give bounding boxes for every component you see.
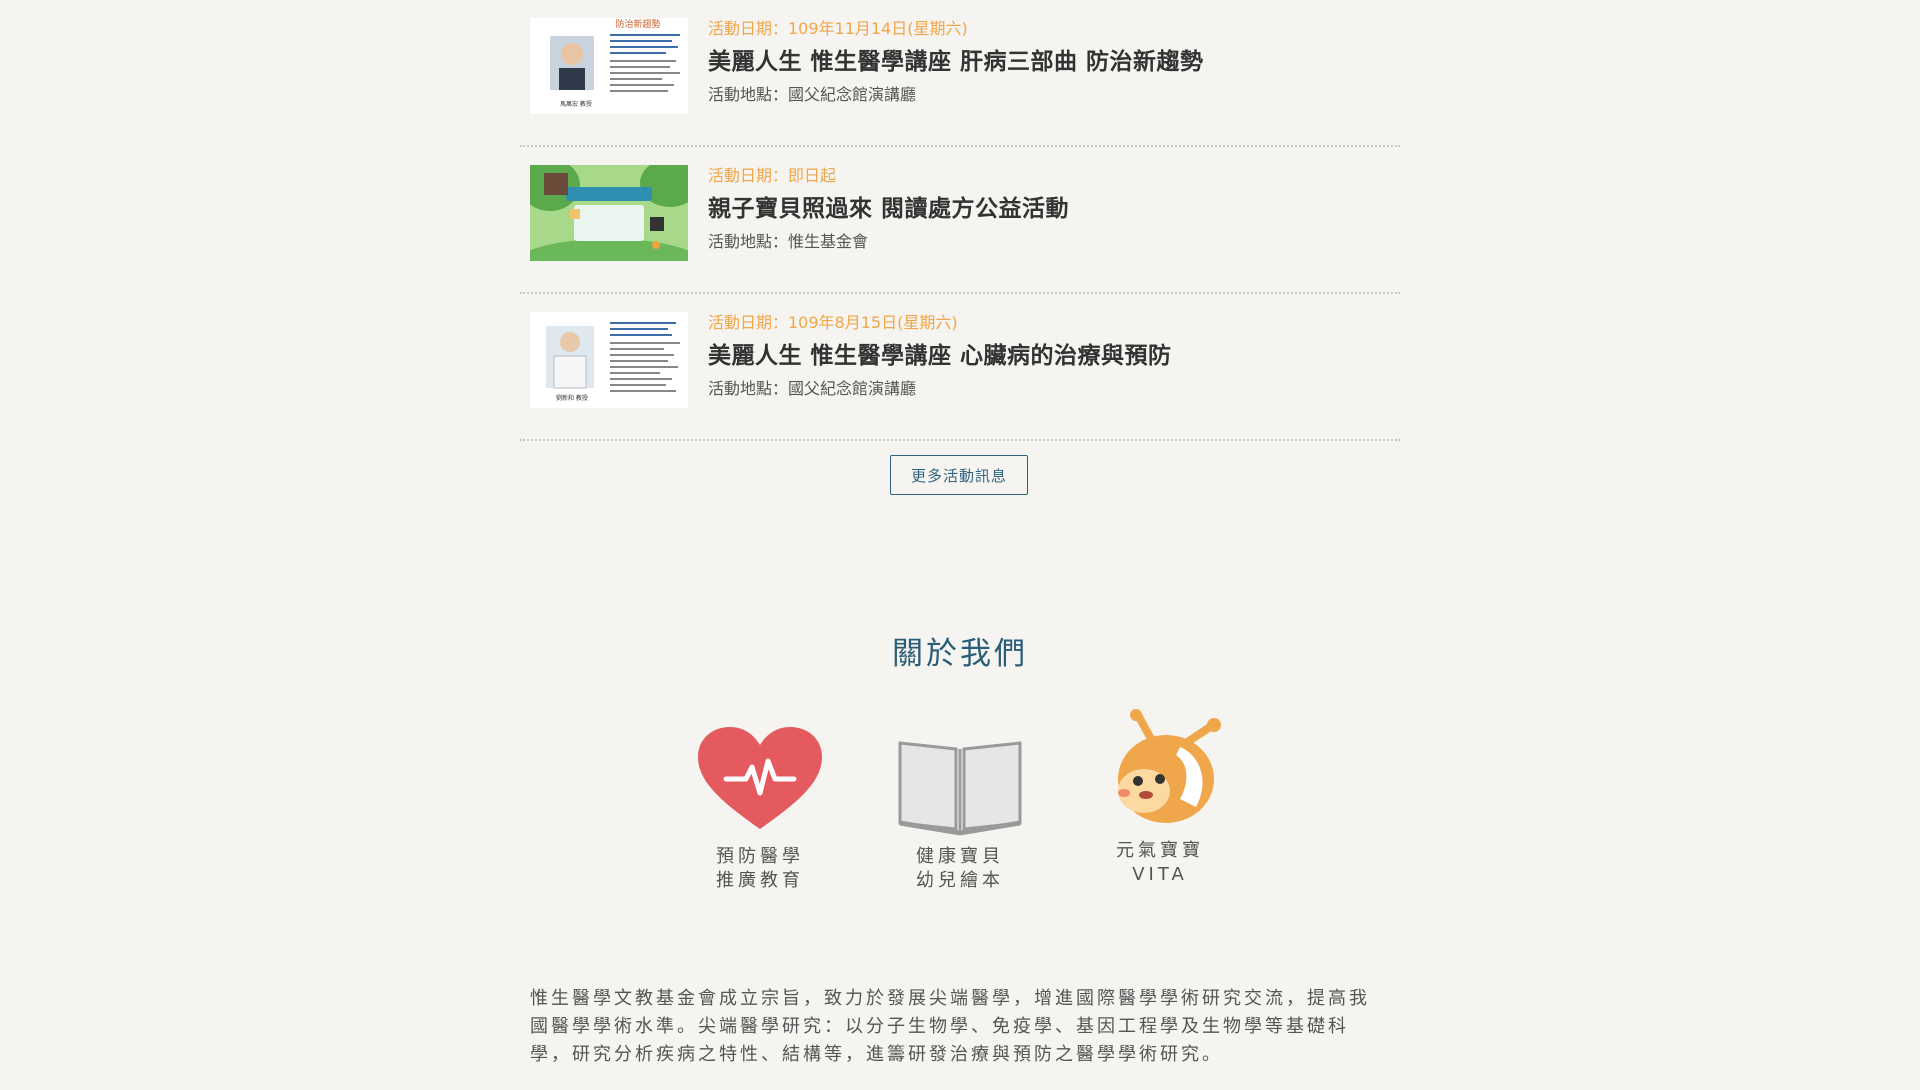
event-info: 活動日期：109年8月15日(星期六) 美麗人生 惟生醫學講座 心臟病的治療與預… — [708, 312, 1400, 400]
event-item[interactable]: 防治新趨勢 馬萬宏 教授 活動日期：109年11月14日(星期六) 美麗人生 惟… — [520, 0, 1400, 147]
thumb-name: 劉新和 教授 — [556, 394, 588, 402]
event-thumbnail[interactable]: 防治新趨勢 馬萬宏 教授 — [530, 18, 688, 114]
open-book-icon — [898, 741, 1022, 836]
heart-pulse-icon — [698, 727, 822, 829]
event-date: 活動日期：109年8月15日(星期六) — [708, 313, 958, 332]
feature-vita[interactable]: 元氣寶寶 VITA — [1080, 709, 1240, 887]
vita-mascot-icon — [1118, 709, 1221, 823]
feature-preventive-medicine[interactable]: 預防醫學 推廣教育 — [680, 715, 840, 893]
event-place: 活動地點：國父紀念館演講廳 — [708, 379, 917, 398]
feature-label-line1: 元氣寶寶 — [1116, 840, 1204, 861]
about-title: 關於我們 — [892, 636, 1028, 672]
event-title[interactable]: 美麗人生 惟生醫學講座 肝病三部曲 防治新趨勢 — [708, 46, 1400, 78]
event-thumbnail[interactable]: 劉新和 教授 — [530, 312, 688, 408]
event-date: 活動日期：即日起 — [708, 166, 837, 185]
feature-label-line2: 推廣教育 — [716, 870, 804, 891]
event-item[interactable]: 劉新和 教授 活動日期：109年8月15日(星期六) 美麗人生 惟生醫學講座 心… — [520, 294, 1400, 441]
event-date: 活動日期：109年11月14日(星期六) — [708, 19, 968, 38]
about-features: 預防醫學 推廣教育 健康寶貝 幼兒繪本 元氣寶寶 VITA — [0, 709, 1920, 915]
event-info: 活動日期：即日起 親子寶貝照過來 閱讀處方公益活動 活動地點：惟生基金會 — [708, 165, 1400, 253]
event-place: 活動地點：惟生基金會 — [708, 232, 869, 251]
feature-label-line1: 預防醫學 — [716, 846, 804, 867]
thumb-heading: 防治新趨勢 — [615, 18, 660, 30]
thumb-name: 馬萬宏 教授 — [560, 100, 592, 108]
feature-label-line2: 幼兒繪本 — [916, 870, 1004, 891]
event-list: 防治新趨勢 馬萬宏 教授 活動日期：109年11月14日(星期六) 美麗人生 惟… — [520, 0, 1400, 441]
feature-picture-books[interactable]: 健康寶貝 幼兒繪本 — [880, 715, 1040, 893]
feature-label-line1: 健康寶貝 — [916, 846, 1004, 867]
event-info: 活動日期：109年11月14日(星期六) 美麗人生 惟生醫學講座 肝病三部曲 防… — [708, 18, 1400, 106]
event-item[interactable]: 活動日期：即日起 親子寶貝照過來 閱讀處方公益活動 活動地點：惟生基金會 — [520, 147, 1400, 294]
more-events-button[interactable]: 更多活動訊息 — [890, 455, 1028, 495]
event-title[interactable]: 美麗人生 惟生醫學講座 心臟病的治療與預防 — [708, 340, 1400, 372]
event-title[interactable]: 親子寶貝照過來 閱讀處方公益活動 — [708, 193, 1400, 225]
event-place: 活動地點：國父紀念館演講廳 — [708, 85, 917, 104]
about-description: 惟生醫學文教基金會成立宗旨，致力於發展尖端醫學，增進國際醫學學術研究交流，提高我… — [530, 988, 1370, 1065]
feature-label-line2: VITA — [1132, 864, 1188, 885]
event-thumbnail[interactable] — [530, 165, 688, 261]
